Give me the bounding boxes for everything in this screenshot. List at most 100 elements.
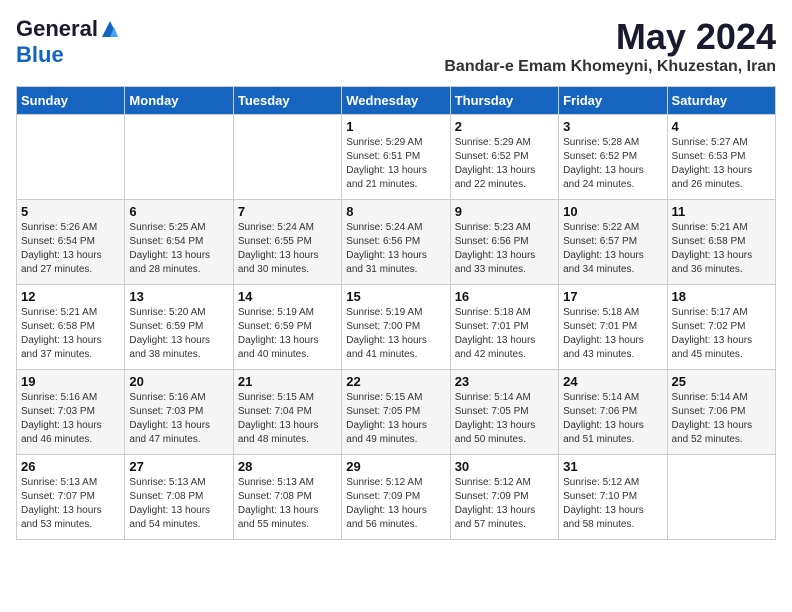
day-info: Sunrise: 5:13 AM Sunset: 7:08 PM Dayligh… [238,476,337,532]
calendar-cell: 4 Sunrise: 5:27 AM Sunset: 6:53 PM Daylig… [667,115,775,200]
weekday-header-friday: Friday [559,87,667,115]
day-number: 13 [129,289,228,304]
day-number: 18 [672,289,771,304]
day-number: 29 [346,459,445,474]
day-info: Sunrise: 5:19 AM Sunset: 6:59 PM Dayligh… [238,306,337,362]
day-number: 30 [455,459,554,474]
calendar-cell [667,455,775,540]
day-number: 6 [129,204,228,219]
day-info: Sunrise: 5:17 AM Sunset: 7:02 PM Dayligh… [672,306,771,362]
day-info: Sunrise: 5:13 AM Sunset: 7:07 PM Dayligh… [21,476,120,532]
day-number: 23 [455,374,554,389]
logo-blue-text: Blue [16,42,64,68]
day-number: 15 [346,289,445,304]
day-number: 17 [563,289,662,304]
calendar-cell: 26 Sunrise: 5:13 AM Sunset: 7:07 PM Dayli… [17,455,125,540]
weekday-header-monday: Monday [125,87,233,115]
day-number: 31 [563,459,662,474]
calendar-cell: 16Sunrise: 5:18 AM Sunset: 7:01 PM Dayli… [450,285,558,370]
day-info: Sunrise: 5:18 AM Sunset: 7:01 PM Dayligh… [563,306,662,362]
day-number: 8 [346,204,445,219]
location-subtitle: Bandar-e Emam Khomeyni, Khuzestan, Iran [444,58,776,76]
day-info: Sunrise: 5:14 AM Sunset: 7:05 PM Dayligh… [455,391,554,447]
day-number: 24 [563,374,662,389]
day-info: Sunrise: 5:29 AM Sunset: 6:52 PM Dayligh… [455,136,554,192]
day-info: Sunrise: 5:12 AM Sunset: 7:10 PM Dayligh… [563,476,662,532]
calendar-cell: 6 Sunrise: 5:25 AM Sunset: 6:54 PM Daylig… [125,200,233,285]
day-number: 16 [455,289,554,304]
day-number: 27 [129,459,228,474]
day-info: Sunrise: 5:25 AM Sunset: 6:54 PM Dayligh… [129,221,228,277]
day-number: 20 [129,374,228,389]
day-number: 2 [455,119,554,134]
day-number: 22 [346,374,445,389]
day-info: Sunrise: 5:26 AM Sunset: 6:54 PM Dayligh… [21,221,120,277]
day-info: Sunrise: 5:15 AM Sunset: 7:04 PM Dayligh… [238,391,337,447]
calendar-table: SundayMondayTuesdayWednesdayThursdayFrid… [16,86,776,540]
calendar-cell: 2 Sunrise: 5:29 AM Sunset: 6:52 PM Daylig… [450,115,558,200]
day-number: 21 [238,374,337,389]
calendar-cell: 11 Sunrise: 5:21 AM Sunset: 6:58 PM Dayli… [667,200,775,285]
day-info: Sunrise: 5:21 AM Sunset: 6:58 PM Dayligh… [672,221,771,277]
day-info: Sunrise: 5:14 AM Sunset: 7:06 PM Dayligh… [563,391,662,447]
day-info: Sunrise: 5:24 AM Sunset: 6:56 PM Dayligh… [346,221,445,277]
calendar-cell: 7Sunrise: 5:24 AM Sunset: 6:55 PM Daylig… [233,200,341,285]
day-info: Sunrise: 5:23 AM Sunset: 6:56 PM Dayligh… [455,221,554,277]
day-number: 10 [563,204,662,219]
day-number: 4 [672,119,771,134]
calendar-cell: 15 Sunrise: 5:19 AM Sunset: 7:00 PM Dayli… [342,285,450,370]
month-year-title: May 2024 [444,16,776,58]
weekday-header-wednesday: Wednesday [342,87,450,115]
day-info: Sunrise: 5:14 AM Sunset: 7:06 PM Dayligh… [672,391,771,447]
day-number: 1 [346,119,445,134]
calendar-week-3: 12Sunrise: 5:21 AM Sunset: 6:58 PM Dayli… [17,285,776,370]
day-info: Sunrise: 5:13 AM Sunset: 7:08 PM Dayligh… [129,476,228,532]
calendar-week-1: 1Sunrise: 5:29 AM Sunset: 6:51 PM Daylig… [17,115,776,200]
calendar-cell: 12Sunrise: 5:21 AM Sunset: 6:58 PM Dayli… [17,285,125,370]
day-info: Sunrise: 5:27 AM Sunset: 6:53 PM Dayligh… [672,136,771,192]
day-number: 19 [21,374,120,389]
calendar-cell: 18 Sunrise: 5:17 AM Sunset: 7:02 PM Dayli… [667,285,775,370]
logo: General Blue [16,16,120,68]
calendar-cell: 10Sunrise: 5:22 AM Sunset: 6:57 PM Dayli… [559,200,667,285]
calendar-week-5: 26 Sunrise: 5:13 AM Sunset: 7:07 PM Dayli… [17,455,776,540]
day-number: 14 [238,289,337,304]
calendar-cell: 14 Sunrise: 5:19 AM Sunset: 6:59 PM Dayli… [233,285,341,370]
day-info: Sunrise: 5:12 AM Sunset: 7:09 PM Dayligh… [346,476,445,532]
weekday-header-sunday: Sunday [17,87,125,115]
day-number: 26 [21,459,120,474]
calendar-cell: 29 Sunrise: 5:12 AM Sunset: 7:09 PM Dayli… [342,455,450,540]
day-info: Sunrise: 5:15 AM Sunset: 7:05 PM Dayligh… [346,391,445,447]
day-number: 25 [672,374,771,389]
calendar-cell: 13 Sunrise: 5:20 AM Sunset: 6:59 PM Dayli… [125,285,233,370]
calendar-body: 1Sunrise: 5:29 AM Sunset: 6:51 PM Daylig… [17,115,776,540]
calendar-cell: 19Sunrise: 5:16 AM Sunset: 7:03 PM Dayli… [17,370,125,455]
logo-icon [100,19,120,39]
title-section: May 2024 Bandar-e Emam Khomeyni, Khuzest… [444,16,776,76]
day-number: 11 [672,204,771,219]
day-info: Sunrise: 5:21 AM Sunset: 6:58 PM Dayligh… [21,306,120,362]
calendar-cell: 9Sunrise: 5:23 AM Sunset: 6:56 PM Daylig… [450,200,558,285]
calendar-header-row: SundayMondayTuesdayWednesdayThursdayFrid… [17,87,776,115]
page-header: General Blue May 2024 Bandar-e Emam Khom… [16,16,776,76]
logo-general-text: General [16,16,98,42]
calendar-cell: 30Sunrise: 5:12 AM Sunset: 7:09 PM Dayli… [450,455,558,540]
calendar-cell [125,115,233,200]
calendar-cell: 24 Sunrise: 5:14 AM Sunset: 7:06 PM Dayli… [559,370,667,455]
day-number: 5 [21,204,120,219]
calendar-cell: 31 Sunrise: 5:12 AM Sunset: 7:10 PM Dayli… [559,455,667,540]
day-number: 3 [563,119,662,134]
day-info: Sunrise: 5:19 AM Sunset: 7:00 PM Dayligh… [346,306,445,362]
day-number: 28 [238,459,337,474]
weekday-header-tuesday: Tuesday [233,87,341,115]
calendar-cell: 22 Sunrise: 5:15 AM Sunset: 7:05 PM Dayli… [342,370,450,455]
calendar-cell: 21 Sunrise: 5:15 AM Sunset: 7:04 PM Dayli… [233,370,341,455]
calendar-cell: 5 Sunrise: 5:26 AM Sunset: 6:54 PM Daylig… [17,200,125,285]
calendar-cell [233,115,341,200]
day-number: 7 [238,204,337,219]
calendar-cell [17,115,125,200]
calendar-cell: 23 Sunrise: 5:14 AM Sunset: 7:05 PM Dayli… [450,370,558,455]
day-info: Sunrise: 5:20 AM Sunset: 6:59 PM Dayligh… [129,306,228,362]
calendar-cell: 17 Sunrise: 5:18 AM Sunset: 7:01 PM Dayli… [559,285,667,370]
calendar-cell: 8 Sunrise: 5:24 AM Sunset: 6:56 PM Daylig… [342,200,450,285]
